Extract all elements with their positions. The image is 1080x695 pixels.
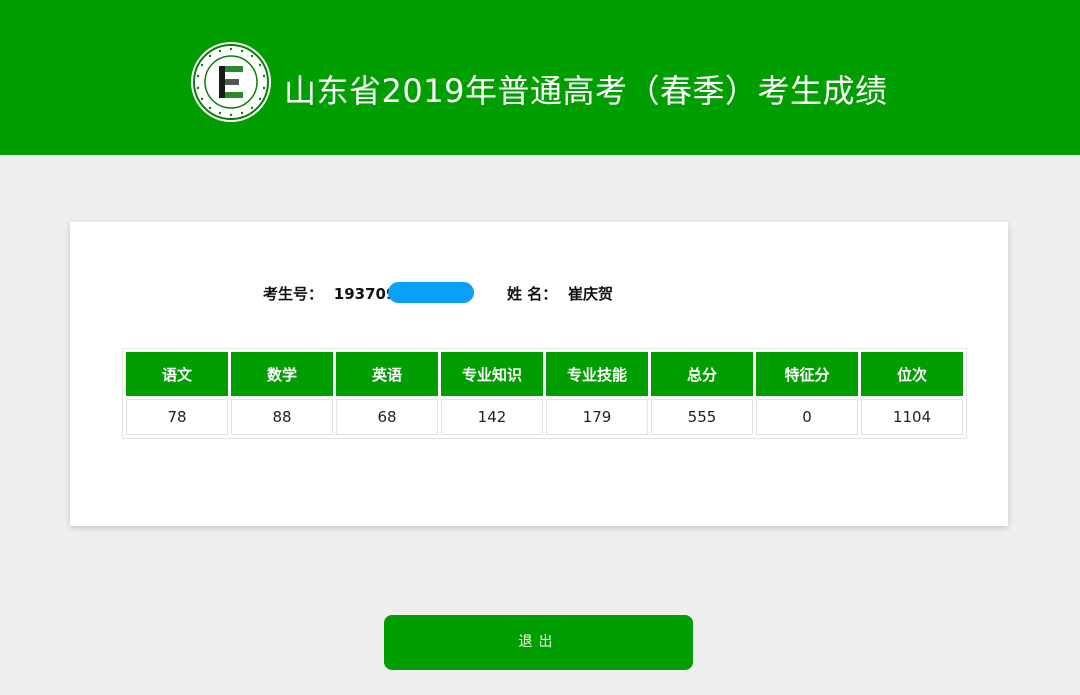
value-rank: 1104 — [861, 399, 963, 435]
value-math: 88 — [231, 399, 333, 435]
header-feature-score: 特征分 — [756, 352, 858, 396]
student-id-value: 193709 — [333, 285, 397, 303]
value-professional-knowledge: 142 — [441, 399, 543, 435]
student-id-row: 考生号： 193709 — [263, 282, 475, 305]
value-english: 68 — [336, 399, 438, 435]
score-value-row: 78 88 68 142 179 555 0 1104 — [126, 399, 963, 435]
page-title: 山东省2019年普通高考（春季）考生成绩 — [284, 72, 888, 110]
student-name-row: 姓 名： 崔庆贺 — [507, 283, 613, 305]
page-header: 山东省2019年普通高考（春季）考生成绩 — [0, 0, 1080, 155]
value-professional-skills: 179 — [546, 399, 648, 435]
header-total: 总分 — [651, 352, 753, 396]
header-professional-skills: 专业技能 — [546, 352, 648, 396]
header-chinese: 语文 — [126, 352, 228, 396]
header-english: 英语 — [336, 352, 438, 396]
value-total: 555 — [651, 399, 753, 435]
student-id-label: 考生号： — [263, 285, 324, 303]
score-header-row: 语文 数学 英语 专业知识 专业技能 总分 特征分 位次 — [126, 352, 963, 396]
student-name-value: 崔庆贺 — [568, 285, 614, 303]
header-math: 数学 — [231, 352, 333, 396]
score-table: 语文 数学 英语 专业知识 专业技能 总分 特征分 位次 78 88 68 14… — [122, 348, 967, 439]
exit-button[interactable]: 退出 — [384, 615, 693, 670]
redaction-mask — [388, 282, 475, 303]
header-professional-knowledge: 专业知识 — [441, 352, 543, 396]
education-admission-logo-icon — [191, 42, 271, 122]
header-rank: 位次 — [861, 352, 963, 396]
value-chinese: 78 — [126, 399, 228, 435]
value-feature-score: 0 — [756, 399, 858, 435]
student-name-label: 姓 名： — [507, 285, 558, 303]
